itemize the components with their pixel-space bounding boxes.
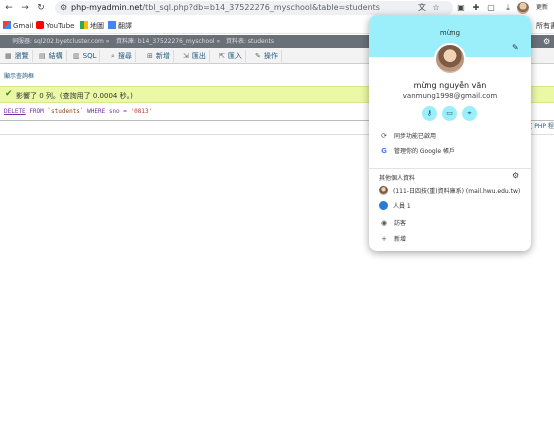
tab-import[interactable]: ⇱ 匯入 <box>216 50 246 62</box>
sql-icon: ▥ <box>73 52 80 60</box>
youtube-icon <box>36 21 44 29</box>
export-icon: ⇲ <box>183 52 189 60</box>
extension-icon[interactable]: ▣ <box>455 2 467 14</box>
structure-icon: ▤ <box>39 52 46 60</box>
search-icon: ⌕ <box>111 52 115 60</box>
tab-structure[interactable]: ▤ 結構 <box>36 50 67 62</box>
window-icon[interactable]: ▢ <box>485 2 497 14</box>
other-profile-avatar <box>379 186 388 195</box>
other-profile-item[interactable]: (111-日四技(重)資料庫系) (mail.hwu.edu.tw) <box>379 186 520 198</box>
success-text: 影響了 0 列。(查詢用了 0.0004 秒。) <box>16 92 133 100</box>
sql-query-text: DELETE FROM `students` WHERE sno = '0813… <box>4 108 153 115</box>
tab-search[interactable]: ⌕ 搜尋 <box>108 50 136 62</box>
maps-icon <box>80 21 88 29</box>
back-icon[interactable]: ← <box>3 2 15 14</box>
tab-sql[interactable]: ▥ SQL <box>70 50 101 62</box>
reload-icon[interactable]: ↻ <box>35 2 47 14</box>
sync-icon: ⟳ <box>381 132 387 140</box>
bookmark-youtube[interactable]: YouTube <box>36 21 74 31</box>
payment-card-icon[interactable]: ▭ <box>442 106 457 121</box>
check-icon: ✔ <box>5 89 13 99</box>
bookmark-gmail[interactable]: Gmail <box>3 21 33 31</box>
tab-export[interactable]: ⇲ 匯出 <box>180 50 210 62</box>
profile-popup: mừng ✎ mừng nguyễn văn vanmung1998@gmail… <box>369 15 531 251</box>
bookmark-maps[interactable]: 地圖 <box>80 21 104 31</box>
address-pin-icon[interactable]: ⌖ <box>462 106 477 121</box>
settings-gear-icon[interactable]: ⚙ <box>543 37 550 46</box>
translate-page-icon[interactable]: 文 <box>416 2 428 14</box>
manage-account-row[interactable]: G 管理你的 Google 帳戶 <box>379 145 455 157</box>
bookmark-star-icon[interactable]: ☆ <box>430 2 442 14</box>
insert-icon: ⊞ <box>147 52 153 60</box>
bookmark-translate[interactable]: 翻譯 <box>108 21 132 31</box>
gmail-icon <box>3 21 11 29</box>
show-query-link[interactable]: 顯示查詢框 <box>4 71 34 80</box>
url-text: php-myadmin.net/tbl_sql.php?db=b14_37522… <box>71 3 380 12</box>
crumb-server[interactable]: 伺服器: sql202.byetcluster.com » <box>12 37 109 46</box>
download-icon[interactable]: ⤓ <box>502 2 514 14</box>
profile-avatar <box>434 43 466 75</box>
guest-item[interactable]: ◉ 訪客 <box>379 217 406 229</box>
tab-operations[interactable]: ✎ 操作 <box>252 50 282 62</box>
php-code-link[interactable]: [ PHP 程式碼 ] <box>530 121 554 130</box>
passwords-key-icon[interactable]: ⚷ <box>422 106 437 121</box>
profile-avatar-button[interactable] <box>517 2 529 14</box>
profile-email: vanmung1998@gmail.com <box>402 92 498 100</box>
add-profile-item[interactable]: + 新增 <box>379 233 406 245</box>
profile-short-name: mừng <box>439 29 461 37</box>
all-bookmarks[interactable]: 所有書 <box>536 21 554 31</box>
translate-icon <box>108 21 116 29</box>
site-info-icon[interactable]: ⚙ <box>60 3 67 12</box>
table-icon: ▦ <box>5 52 12 60</box>
import-icon: ⇱ <box>219 52 225 60</box>
person-icon <box>379 201 388 210</box>
guest-icon: ◉ <box>380 219 388 227</box>
google-icon: G <box>381 147 387 155</box>
update-button[interactable]: 更新 <box>536 2 554 14</box>
person-profile-item[interactable]: 人員 1 <box>379 201 411 213</box>
crumb-table[interactable]: 資料表: students <box>226 37 274 46</box>
plus-icon: + <box>381 235 387 243</box>
crumb-database[interactable]: 資料庫: b14_37522276_myschool » <box>116 37 220 46</box>
tab-insert[interactable]: ⊞ 新增 <box>144 50 174 62</box>
forward-icon[interactable]: → <box>19 2 31 14</box>
divider <box>369 168 531 169</box>
extensions-puzzle-icon[interactable]: ✚ <box>470 2 482 14</box>
profiles-settings-icon[interactable]: ⚙ <box>512 171 519 180</box>
other-profiles-title: 其他個人資料 <box>379 175 416 182</box>
edit-pencil-icon[interactable]: ✎ <box>512 43 519 52</box>
wrench-icon: ✎ <box>255 52 261 60</box>
sync-row[interactable]: ⟳ 同步功能已啟用 <box>379 130 436 142</box>
profile-full-name: mừng nguyễn văn <box>413 81 487 90</box>
tab-browse[interactable]: ▦ 瀏覽 <box>2 50 33 62</box>
address-bar[interactable]: ⚙ php-myadmin.net/tbl_sql.php?db=b14_375… <box>55 1 453 15</box>
